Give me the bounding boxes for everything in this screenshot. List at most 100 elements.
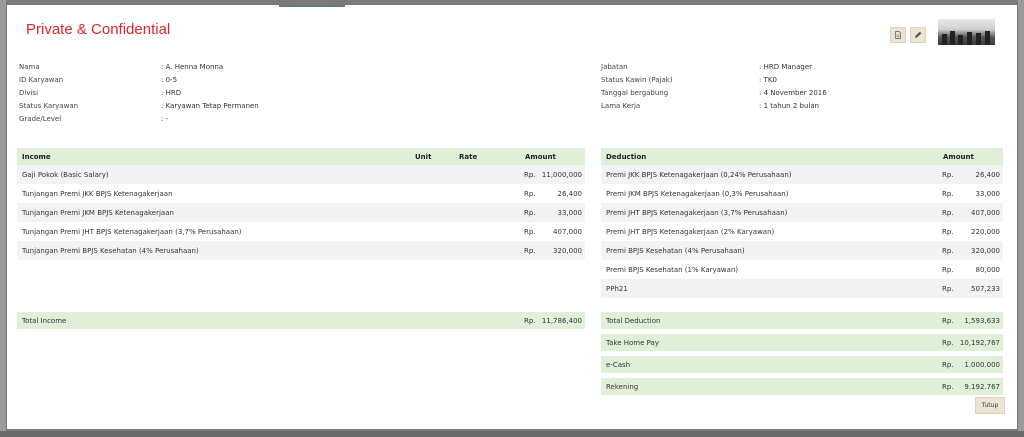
info-value: : 4 November 2016 (759, 88, 827, 97)
income-item-name: Tunjangan Premi JKM BPJS Ketenagakerjaan (22, 208, 174, 217)
table-row: Premi BPJS Kesehatan (4% Perusahaan) Rp.… (601, 241, 1003, 260)
deduction-item-name: PPh21 (606, 284, 628, 293)
deduction-table: Deduction Amount Premi JKK BPJS Ketenaga… (601, 148, 1003, 395)
summary-amount: 10,192,767 (959, 338, 1000, 347)
deduction-header: Deduction Amount (601, 148, 1003, 165)
deduction-item-amount: 220,000 (971, 227, 1000, 236)
deduction-header-amount: Amount (943, 152, 974, 161)
info-label: Status Kawin (Pajak) (601, 75, 673, 84)
currency-label: Rp. (942, 316, 954, 325)
currency-label: Rp. (524, 208, 536, 217)
currency-label: Rp. (942, 189, 954, 198)
income-header: Income Unit Rate Amount (17, 148, 585, 165)
edit-button[interactable] (910, 27, 926, 43)
income-table: Income Unit Rate Amount Gaji Pokok (Basi… (17, 148, 585, 329)
close-button[interactable]: Tutup (975, 397, 1005, 414)
currency-label: Rp. (942, 360, 954, 369)
table-row: Tunjangan Premi JKK BPJS Ketenagakerjaan… (17, 184, 585, 203)
summary-label: Rekening (606, 382, 639, 391)
income-item-name: Tunjangan Premi JHT BPJS Ketenagakerjaan… (22, 227, 242, 236)
currency-label: Rp. (942, 170, 954, 179)
income-total-amount: 11,786,400 (541, 316, 582, 325)
summary-label: Total Deduction (606, 316, 661, 325)
info-label: Nama (19, 62, 40, 71)
summary-amount: 1.000.000 (964, 360, 1000, 369)
info-row: Status Kawin (Pajak) : TK0 (601, 73, 827, 86)
deduction-item-name: Premi JKM BPJS Ketenagakerjaan (0,3% Per… (606, 189, 789, 198)
info-row: Divisi : HRD (19, 86, 259, 99)
currency-label: Rp. (524, 316, 536, 325)
income-item-amount: 33,000 (557, 208, 583, 217)
table-row: Premi JKK BPJS Ketenagakerjaan (0,24% Pe… (601, 165, 1003, 184)
income-item-amount: 320,000 (553, 246, 582, 255)
currency-label: Rp. (524, 189, 536, 198)
deduction-item-amount: 33,000 (975, 189, 1001, 198)
income-total-label: Total Income (22, 316, 67, 325)
summary-amount: 9.192.767 (964, 382, 1000, 391)
income-item-name: Tunjangan Premi JKK BPJS Ketenagakerjaan (22, 189, 173, 198)
info-value: : HRD (161, 88, 182, 97)
currency-label: Rp. (942, 284, 954, 293)
income-item-amount: 26,400 (557, 189, 583, 198)
income-header-name: Income (22, 152, 51, 161)
table-row: Premi BPJS Kesehatan (1% Karyawan) Rp. 8… (601, 260, 1003, 279)
employee-info-right: Jabatan : HRD Manager Status Kawin (Pajak… (601, 60, 827, 112)
info-value: : 1 tahun 2 bulan (759, 101, 820, 110)
info-label: Jabatan (601, 62, 628, 71)
ecash-row: e-Cash Rp. 1.000.000 (601, 356, 1003, 373)
info-row: Grade/Level : - (19, 112, 259, 125)
deduction-item-name: Premi JKK BPJS Ketenagakerjaan (0,24% Pe… (606, 170, 792, 179)
document-button[interactable] (890, 27, 906, 43)
info-row: Lama Kerja : 1 tahun 2 bulan (601, 99, 827, 112)
info-value: : HRD Manager (759, 62, 813, 71)
info-row: ID Karyawan : 0-5 (19, 73, 259, 86)
summary-label: e-Cash (606, 360, 631, 369)
income-item-name: Tunjangan Premi BPJS Kesehatan (4% Perus… (22, 246, 199, 255)
currency-label: Rp. (942, 208, 954, 217)
info-label: ID Karyawan (19, 75, 64, 84)
backdrop (0, 0, 6, 437)
employee-photo (938, 19, 995, 45)
table-row: Tunjangan Premi JKM BPJS Ketenagakerjaan… (17, 203, 585, 222)
info-value: : A. Henna Monna (161, 62, 224, 71)
deduction-item-amount: 507,233 (971, 284, 1000, 293)
currency-label: Rp. (942, 338, 954, 347)
modal-title: Private & Confidential (26, 21, 171, 38)
pencil-icon (915, 31, 922, 38)
deduction-item-name: Premi BPJS Kesehatan (1% Karyawan) (606, 265, 739, 274)
income-header-unit: Unit (415, 152, 432, 161)
table-row: PPh21 Rp. 507,233 (601, 279, 1003, 298)
info-label: Status Karyawan (19, 101, 79, 110)
info-label: Tanggal bergabung (601, 88, 669, 97)
table-row: Tunjangan Premi BPJS Kesehatan (4% Perus… (17, 241, 585, 260)
info-value: : - (161, 114, 169, 123)
currency-label: Rp. (524, 246, 536, 255)
info-label: Lama Kerja (601, 101, 641, 110)
income-item-amount: 11,000,000 (541, 170, 582, 179)
income-total-row: Total Income Rp. 11,786,400 (17, 312, 585, 329)
income-header-amount: Amount (525, 152, 556, 161)
info-label: Grade/Level (19, 114, 62, 123)
info-label: Divisi (19, 88, 39, 97)
document-icon (895, 31, 901, 39)
currency-label: Rp. (942, 382, 954, 391)
deduction-item-name: Premi JHT BPJS Ketenagakerjaan (2% Karya… (606, 227, 775, 236)
table-row: Premi JKM BPJS Ketenagakerjaan (0,3% Per… (601, 184, 1003, 203)
currency-label: Rp. (524, 170, 536, 179)
deduction-item-amount: 320,000 (971, 246, 1000, 255)
info-row: Tanggal bergabung : 4 November 2016 (601, 86, 827, 99)
backdrop-right (1018, 0, 1024, 437)
info-row: Jabatan : HRD Manager (601, 60, 827, 73)
table-row: Tunjangan Premi JHT BPJS Ketenagakerjaan… (17, 222, 585, 241)
info-value: : 0-5 (161, 75, 178, 84)
currency-label: Rp. (942, 265, 954, 274)
info-value: : TK0 (759, 75, 777, 84)
employee-info-left: Nama : A. Henna Monna ID Karyawan : 0-5 Di… (19, 60, 259, 125)
income-item-name: Gaji Pokok (Basic Salary) (22, 170, 109, 179)
payslip-modal: Private & Confidential Nama : A. Henna Mo… (7, 5, 1017, 429)
table-row: Premi JHT BPJS Ketenagakerjaan (2% Karya… (601, 222, 1003, 241)
deduction-item-name: Premi BPJS Kesehatan (4% Perusahaan) (606, 246, 745, 255)
table-row: Premi JHT BPJS Ketenagakerjaan (3,7% Per… (601, 203, 1003, 222)
deduction-item-amount: 80,000 (975, 265, 1001, 274)
total-deduction-row: Total Deduction Rp. 1,593,633 (601, 312, 1003, 329)
